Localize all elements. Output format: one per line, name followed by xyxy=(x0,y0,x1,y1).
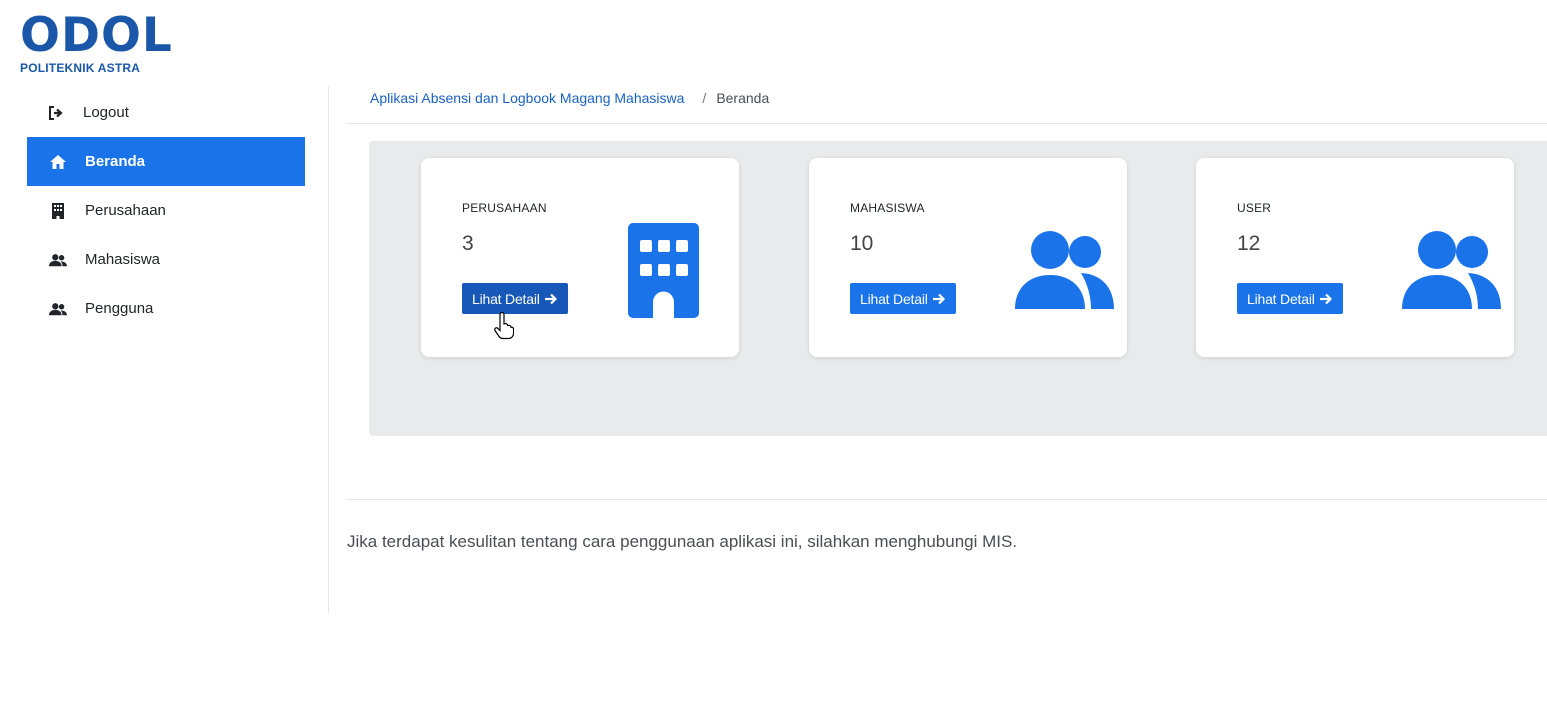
card-label: MAHASISWA xyxy=(850,201,925,215)
sidebar-item-logout[interactable]: Logout xyxy=(27,88,305,137)
page: ODOL POLITEKNIK ASTRA Logout Beranda Per… xyxy=(0,0,1547,703)
building-icon xyxy=(49,202,67,220)
sidebar-item-label: Beranda xyxy=(85,153,146,170)
sidebar-item-label: Perusahaan xyxy=(85,202,166,219)
sidebar-divider xyxy=(328,86,329,614)
sidebar-item-label: Pengguna xyxy=(85,300,154,317)
users-icon xyxy=(1015,230,1115,315)
sidebar-item-label: Mahasiswa xyxy=(85,251,161,268)
breadcrumb: Aplikasi Absensi dan Logbook Magang Maha… xyxy=(370,90,769,106)
lihat-detail-button[interactable]: Lihat Detail xyxy=(850,283,956,314)
stat-card-user: USER 12 Lihat Detail xyxy=(1196,158,1514,357)
users-icon xyxy=(49,251,67,269)
building-icon xyxy=(628,223,699,323)
button-label: Lihat Detail xyxy=(472,290,540,307)
card-value: 10 xyxy=(850,232,874,255)
users-icon xyxy=(1402,230,1502,315)
card-value: 3 xyxy=(462,232,474,255)
card-label: USER xyxy=(1237,201,1272,215)
users-icon xyxy=(49,300,67,318)
sidebar-item-beranda[interactable]: Beranda xyxy=(27,137,305,186)
logo-title: ODOL xyxy=(20,8,173,63)
card-value: 12 xyxy=(1237,232,1261,255)
home-icon xyxy=(49,153,67,171)
stat-card-perusahaan: PERUSAHAAN 3 Lihat Detail xyxy=(421,158,739,357)
breadcrumb-separator: / xyxy=(702,90,707,106)
header-divider xyxy=(347,123,1547,124)
button-label: Lihat Detail xyxy=(860,290,928,307)
logo-subtitle: POLITEKNIK ASTRA xyxy=(20,61,141,75)
sidebar-item-mahasiswa[interactable]: Mahasiswa xyxy=(27,235,305,284)
hand-cursor-icon xyxy=(494,311,515,345)
sidebar-item-pengguna[interactable]: Pengguna xyxy=(27,284,305,333)
lihat-detail-button[interactable]: Lihat Detail xyxy=(1237,283,1343,314)
card-label: PERUSAHAAN xyxy=(462,201,547,215)
arrow-right-icon xyxy=(544,293,557,304)
stat-card-mahasiswa: MAHASISWA 10 Lihat Detail xyxy=(809,158,1127,357)
sidebar: Logout Beranda Perusahaan Mahasiswa Peng… xyxy=(27,88,305,333)
arrow-right-icon xyxy=(1319,293,1332,304)
arrow-right-icon xyxy=(932,293,945,304)
button-label: Lihat Detail xyxy=(1247,290,1315,307)
app-logo[interactable]: ODOL POLITEKNIK ASTRA xyxy=(20,8,173,76)
breadcrumb-current: Beranda xyxy=(716,90,770,106)
sidebar-item-label: Logout xyxy=(83,104,129,121)
breadcrumb-app-link[interactable]: Aplikasi Absensi dan Logbook Magang Maha… xyxy=(370,90,684,106)
sidebar-item-perusahaan[interactable]: Perusahaan xyxy=(27,186,305,235)
footer-divider xyxy=(347,499,1547,500)
logout-icon xyxy=(47,104,65,122)
help-text: Jika terdapat kesulitan tentang cara pen… xyxy=(347,532,1018,551)
lihat-detail-button[interactable]: Lihat Detail xyxy=(462,283,568,314)
